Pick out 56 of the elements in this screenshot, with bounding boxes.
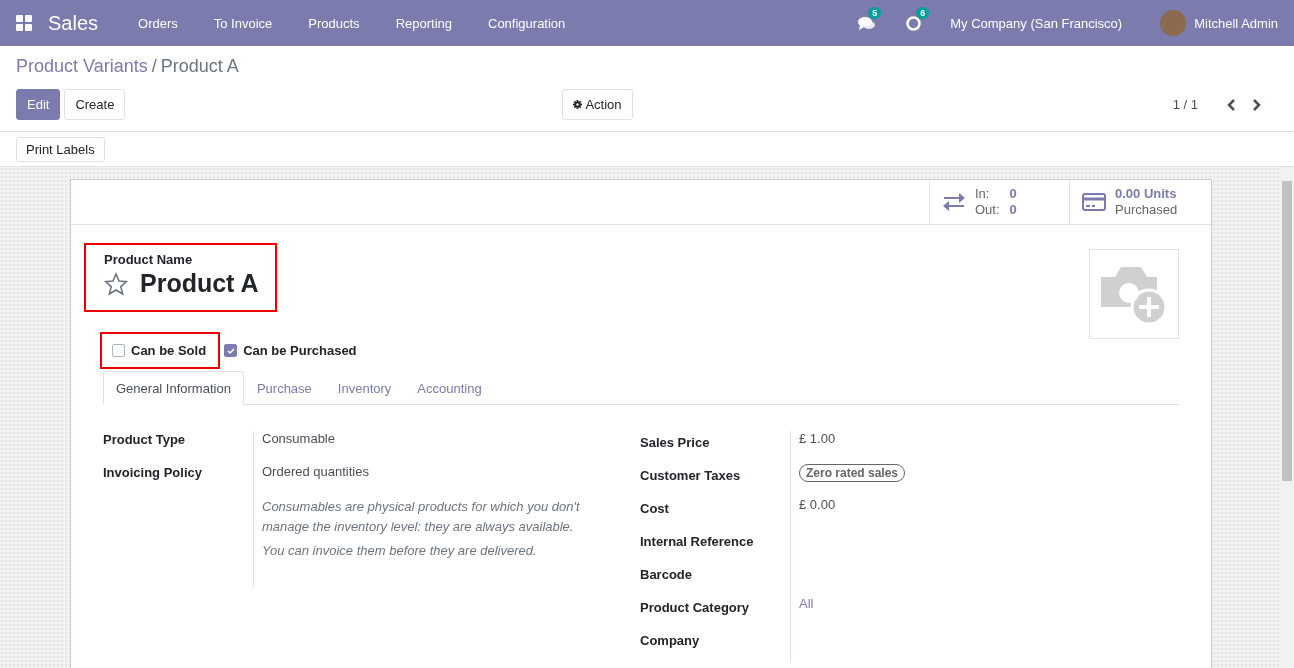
- field-label: Sales Price: [640, 434, 711, 452]
- form-tab[interactable]: General Information: [103, 371, 244, 405]
- transfer-arrows-icon: [942, 192, 966, 212]
- menu-item[interactable]: Reporting: [377, 15, 470, 31]
- breadcrumb-separator: /: [151, 56, 157, 77]
- app-title[interactable]: Sales: [48, 11, 99, 35]
- breadcrumb-current: Product A: [160, 56, 239, 77]
- checkbox-label: Can be Purchased: [243, 343, 357, 358]
- checkmark-icon: [226, 346, 235, 355]
- form-tab[interactable]: Inventory: [324, 371, 405, 405]
- print-labels-button[interactable]: Print Labels: [16, 137, 105, 162]
- field-label: Barcode: [640, 566, 694, 584]
- menu-item[interactable]: To Invoice: [195, 15, 291, 31]
- clock-icon[interactable]: [906, 15, 922, 31]
- breadcrumb-link[interactable]: Product Variants: [16, 56, 148, 77]
- checkbox-label: Can be Sold: [131, 343, 207, 358]
- action-button[interactable]: Action: [562, 89, 633, 120]
- pager-counter: 1 / 1: [1172, 97, 1198, 112]
- field-label: Internal Reference: [640, 533, 755, 551]
- scrollbar-thumb[interactable]: [1282, 181, 1292, 481]
- help-text: You can invoice them before they are delivered.: [262, 542, 538, 560]
- help-text: Consumables are physical products for which you don't manage the inventory level: they are always available.: [262, 498, 581, 536]
- next-chevron-icon[interactable]: [1252, 97, 1262, 112]
- edit-button[interactable]: Edit: [16, 89, 61, 120]
- form-tab[interactable]: Purchase: [243, 371, 325, 405]
- field-value: Consumable: [262, 431, 335, 446]
- checkbox[interactable]: [224, 344, 238, 357]
- field-label: Cost: [640, 500, 670, 518]
- checkbox[interactable]: [112, 344, 125, 357]
- user-menu[interactable]: Mitchell Admin: [1194, 15, 1278, 31]
- field-label: Product Type: [103, 431, 187, 449]
- field-label: Product Name: [104, 252, 194, 267]
- favorite-star-icon[interactable]: [104, 271, 128, 296]
- credit-card-icon: [1082, 192, 1106, 212]
- apps-grid-icon[interactable]: [16, 15, 32, 31]
- field-value: £ 1.00: [799, 431, 836, 446]
- field-label: Company: [640, 632, 701, 650]
- menu-item[interactable]: Orders: [120, 15, 196, 31]
- product-name: Product A: [140, 269, 259, 298]
- activity-count-badge: 6: [916, 7, 930, 19]
- field-label: Customer Taxes: [640, 467, 742, 485]
- field-value: £ 0.00: [799, 497, 836, 512]
- menu-item[interactable]: Configuration: [470, 15, 584, 31]
- chat-bubbles-icon[interactable]: [858, 15, 876, 31]
- field-label: Invoicing Policy: [103, 464, 203, 482]
- field-value: Ordered quantities: [262, 464, 369, 479]
- previous-chevron-icon[interactable]: [1226, 97, 1236, 112]
- message-count-badge: 5: [868, 7, 882, 19]
- create-button[interactable]: Create: [64, 89, 126, 120]
- gear-icon: [573, 100, 583, 109]
- company-switcher[interactable]: My Company (San Francisco): [950, 15, 1123, 31]
- field-label: Product Category: [640, 599, 751, 617]
- form-tab[interactable]: Accounting: [404, 371, 495, 405]
- scrollbar[interactable]: [1280, 167, 1294, 668]
- menu-item[interactable]: Products: [290, 15, 378, 31]
- field-value-link[interactable]: All: [799, 596, 814, 611]
